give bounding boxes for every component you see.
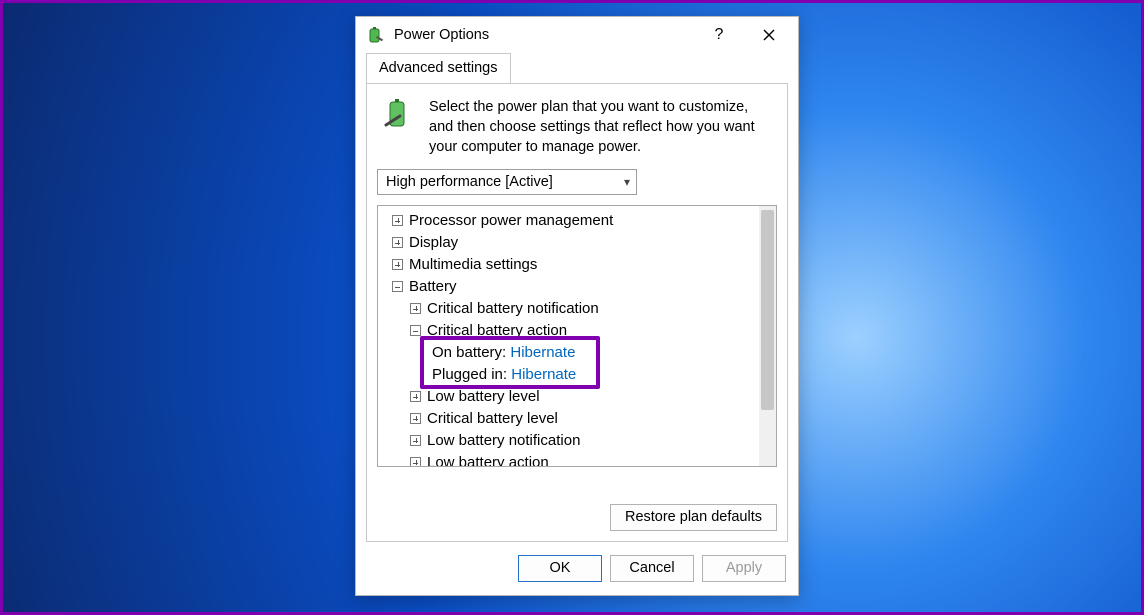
expand-icon[interactable] bbox=[410, 391, 421, 402]
chevron-down-icon: ▾ bbox=[624, 175, 630, 189]
dialog-title: Power Options bbox=[394, 27, 690, 43]
tree-item-plugged-in[interactable]: Plugged in: Hibernate bbox=[384, 364, 776, 386]
expand-icon[interactable] bbox=[410, 303, 421, 314]
tab-advanced-settings[interactable]: Advanced settings bbox=[366, 53, 511, 84]
settings-tree: Processor power management Display Multi… bbox=[377, 205, 777, 467]
power-plan-icon bbox=[381, 98, 417, 157]
on-battery-value[interactable]: Hibernate bbox=[510, 344, 575, 361]
scrollbar-thumb[interactable] bbox=[761, 210, 774, 410]
tree-item-battery[interactable]: Battery bbox=[384, 276, 776, 298]
expand-icon[interactable] bbox=[410, 413, 421, 424]
tree-item-processor[interactable]: Processor power management bbox=[384, 210, 776, 232]
tree-item-critical-battery-action[interactable]: Critical battery action bbox=[384, 320, 776, 342]
expand-icon[interactable] bbox=[410, 435, 421, 446]
help-button[interactable]: ? bbox=[698, 20, 740, 50]
description-text: Select the power plan that you want to c… bbox=[429, 98, 773, 157]
close-button[interactable] bbox=[748, 20, 790, 50]
cancel-button[interactable]: Cancel bbox=[610, 555, 694, 582]
battery-icon bbox=[366, 25, 386, 45]
plugged-in-value[interactable]: Hibernate bbox=[511, 366, 576, 383]
tree-item-critical-battery-level[interactable]: Critical battery level bbox=[384, 408, 776, 430]
titlebar: Power Options ? bbox=[356, 17, 798, 52]
collapse-icon[interactable] bbox=[410, 325, 421, 336]
collapse-icon[interactable] bbox=[392, 281, 403, 292]
expand-icon[interactable] bbox=[410, 457, 421, 467]
tree-item-low-battery-level[interactable]: Low battery level bbox=[384, 386, 776, 408]
power-plan-dropdown[interactable]: High performance [Active] ▾ bbox=[377, 169, 637, 195]
close-icon bbox=[763, 29, 775, 41]
expand-icon[interactable] bbox=[392, 237, 403, 248]
tab-panel: Select the power plan that you want to c… bbox=[366, 83, 788, 541]
apply-button[interactable]: Apply bbox=[702, 555, 786, 582]
tab-strip: Advanced settings bbox=[356, 52, 798, 83]
tree-item-critical-battery-notification[interactable]: Critical battery notification bbox=[384, 298, 776, 320]
expand-icon[interactable] bbox=[392, 259, 403, 270]
tree-item-display[interactable]: Display bbox=[384, 232, 776, 254]
tree-item-low-battery-notification[interactable]: Low battery notification bbox=[384, 430, 776, 452]
tree-scrollbar[interactable] bbox=[759, 206, 776, 466]
power-plan-selected: High performance [Active] bbox=[386, 174, 553, 190]
tree-item-low-battery-action[interactable]: Low battery action bbox=[384, 452, 776, 467]
dialog-action-row: OK Cancel Apply bbox=[356, 552, 798, 595]
expand-icon[interactable] bbox=[392, 215, 403, 226]
power-options-dialog: Power Options ? Advanced settings Select… bbox=[355, 16, 799, 596]
restore-defaults-button[interactable]: Restore plan defaults bbox=[610, 504, 777, 531]
ok-button[interactable]: OK bbox=[518, 555, 602, 582]
tree-item-on-battery[interactable]: On battery: Hibernate bbox=[384, 342, 776, 364]
tree-item-multimedia[interactable]: Multimedia settings bbox=[384, 254, 776, 276]
